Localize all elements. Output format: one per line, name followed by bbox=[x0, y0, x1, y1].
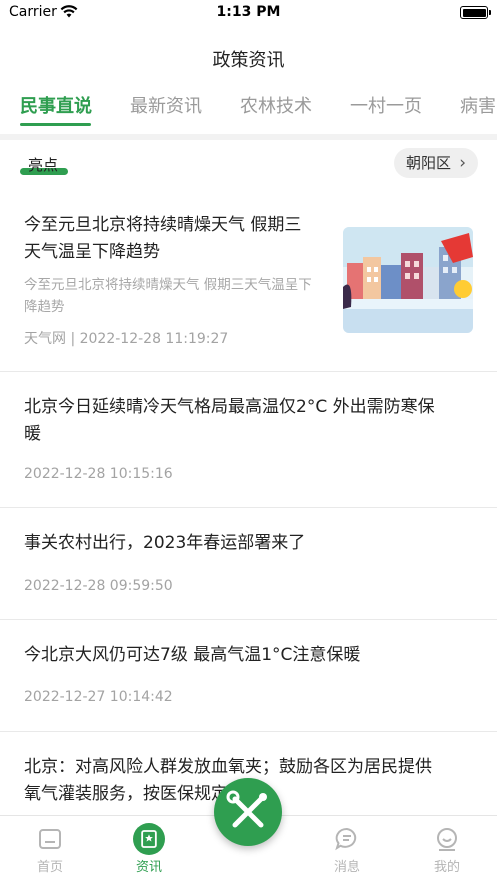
news-meta: 2022-12-27 10:14:42 bbox=[24, 689, 173, 705]
news-title: 北京今日延续晴冷天气格局最高温仅2°C 外出需防寒保 暖 bbox=[24, 394, 435, 448]
tab-minshi[interactable]: 民事直说 bbox=[20, 92, 92, 118]
news-thumbnail bbox=[343, 227, 473, 333]
tabbar-label: 我的 bbox=[433, 860, 460, 875]
news-meta: 2022-12-28 10:15:16 bbox=[24, 466, 173, 482]
news-title-line: 暖 bbox=[24, 424, 41, 444]
news-title-line: 今至元旦北京将持续晴燥天气 假期三 bbox=[24, 215, 302, 235]
district-label: 朝阳区 bbox=[406, 154, 452, 172]
news-title-line: 北京：对高风险人群发放血氧夹；鼓励各区为居民提供 bbox=[24, 757, 432, 777]
tabbar-label: 首页 bbox=[36, 860, 63, 875]
news-icon bbox=[133, 823, 165, 855]
tab-village-page[interactable]: 一村一页 bbox=[350, 92, 422, 118]
tab-latest-news[interactable]: 最新资讯 bbox=[130, 92, 202, 118]
tools-icon bbox=[226, 790, 267, 828]
profile-icon bbox=[437, 828, 457, 851]
tabs-divider bbox=[0, 134, 497, 140]
battery-icon bbox=[460, 6, 491, 19]
news-title: 今北京大风仍可达7级 最高气温1°C注意保暖 bbox=[24, 645, 361, 665]
news-meta: 天气网 | 2022-12-28 11:19:27 bbox=[24, 331, 229, 347]
news-summary-line: 降趋势 bbox=[24, 299, 65, 315]
district-selector-button[interactable]: 朝阳区 › bbox=[394, 148, 478, 178]
tools-fab-button[interactable] bbox=[214, 778, 282, 846]
active-tab-indicator bbox=[20, 123, 91, 126]
news-summary: 今至元旦北京将持续晴燥天气 假期三天气温呈下 降趋势 bbox=[24, 274, 336, 318]
clock: 1:13 PM bbox=[216, 4, 281, 20]
tabbar-news[interactable]: 资讯 bbox=[99, 816, 199, 883]
tab-disease[interactable]: 病害 bbox=[460, 92, 496, 118]
news-item[interactable]: 事关农村出行，2023年春运部署来了 2022-12-28 09:59:50 bbox=[0, 508, 497, 620]
page-title: 政策资讯 bbox=[212, 50, 285, 71]
tabbar-profile[interactable]: 我的 bbox=[397, 816, 497, 883]
news-title: 事关农村出行，2023年春运部署来了 bbox=[24, 533, 306, 553]
news-title: 今至元旦北京将持续晴燥天气 假期三 天气温呈下降趋势 bbox=[24, 212, 301, 266]
news-item[interactable]: 北京今日延续晴冷天气格局最高温仅2°C 外出需防寒保 暖 2022-12-28 … bbox=[0, 372, 497, 508]
tabbar-label: 消息 bbox=[333, 860, 360, 875]
home-icon bbox=[39, 829, 61, 849]
tabbar-home[interactable]: 首页 bbox=[0, 816, 100, 883]
news-summary-line: 今至元旦北京将持续晴燥天气 假期三天气温呈下 bbox=[24, 277, 312, 293]
chevron-right-icon: › bbox=[459, 153, 466, 173]
highlight-row: 亮点 朝阳区 › bbox=[0, 146, 497, 186]
message-icon bbox=[335, 827, 357, 851]
news-item[interactable]: 今北京大风仍可达7级 最高气温1°C注意保暖 2022-12-27 10:14:… bbox=[0, 620, 497, 732]
tabbar-messages[interactable]: 消息 bbox=[297, 816, 397, 883]
highlight-label: 亮点 bbox=[28, 156, 59, 174]
news-title-line: 天气温呈下降趋势 bbox=[24, 242, 160, 262]
tabbar-label: 资讯 bbox=[135, 860, 162, 875]
category-tabs: 民事直说 最新资讯 农林技术 一村一页 病害 bbox=[0, 90, 497, 130]
news-title-line: 北京今日延续晴冷天气格局最高温仅2°C 外出需防寒保 bbox=[24, 397, 435, 417]
tab-agri-tech[interactable]: 农林技术 bbox=[240, 92, 312, 118]
news-meta: 2022-12-28 09:59:50 bbox=[24, 578, 173, 594]
status-bar: Carrier 1:13 PM bbox=[0, 0, 497, 26]
